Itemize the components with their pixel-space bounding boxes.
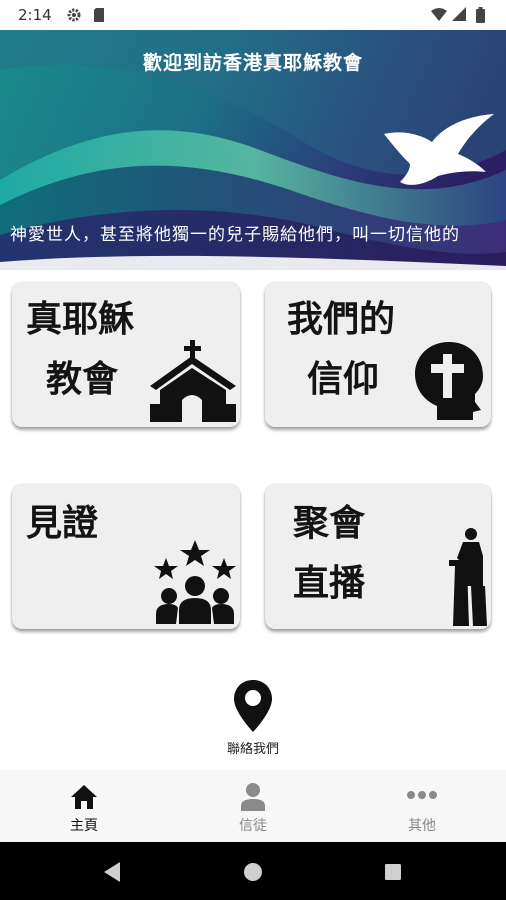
home-button-icon[interactable] [243,862,263,882]
nav-members[interactable]: 信徒 [169,770,337,842]
preacher-pulpit-icon [449,528,487,626]
banner-title: 歡迎到訪香港真耶穌教會 [142,52,363,74]
home-icon [71,785,97,809]
live-service-tile[interactable]: 聚會 直播 [265,484,491,629]
tile-title-line1: 見證 [26,503,99,544]
nav-more-label: 其他 [408,818,436,834]
tile-title-line1: 聚會 [293,503,366,544]
scripture-marquee: 神愛世人，甚至將他獨一的兒子賜給他們，叫一切信他的 [10,225,460,245]
contact-us-label: 聯絡我們 [226,742,279,757]
tile-title-line2: 信仰 [307,359,380,400]
wifi-icon [431,8,447,21]
testimony-tile[interactable]: 見證 [12,484,240,629]
more-icon [407,791,437,799]
location-pin-icon [234,680,272,732]
person-icon [241,783,265,811]
system-navigation-bar [0,842,506,900]
tile-title-line1: 我們的 [287,299,396,340]
back-icon[interactable] [102,861,122,883]
our-faith-tile[interactable]: 我們的 信仰 [265,282,491,427]
sim-card-icon [92,7,106,27]
status-bar: 2:14 [0,0,506,30]
tile-title-line1: 真耶穌 [26,299,135,340]
people-stars-icon [154,540,236,624]
battery-icon [476,7,485,23]
nav-home[interactable]: 主頁 [0,770,168,842]
tile-title-line2: 教會 [46,359,119,400]
true-jesus-church-tile[interactable]: 真耶穌 教會 [12,282,240,427]
contact-us-button[interactable]: 聯絡我們 [205,678,301,757]
signal-icon [452,7,466,21]
nav-members-label: 信徒 [239,818,267,834]
recents-icon[interactable] [384,863,402,881]
tile-title-line2: 直播 [293,563,366,604]
nav-home-label: 主頁 [70,818,98,834]
church-icon [150,340,236,422]
nav-more[interactable]: 其他 [338,770,506,842]
settings-icon [66,7,82,27]
status-indicators [430,6,492,28]
welcome-banner: 歡迎到訪香港真耶穌教會 神愛世人，甚至將他獨一的兒子賜給他們，叫一切信他的 [0,30,506,270]
status-time: 2:14 [18,6,52,24]
faith-head-cross-icon [415,342,483,420]
bottom-navigation: 主頁 信徒 其他 [0,770,506,842]
